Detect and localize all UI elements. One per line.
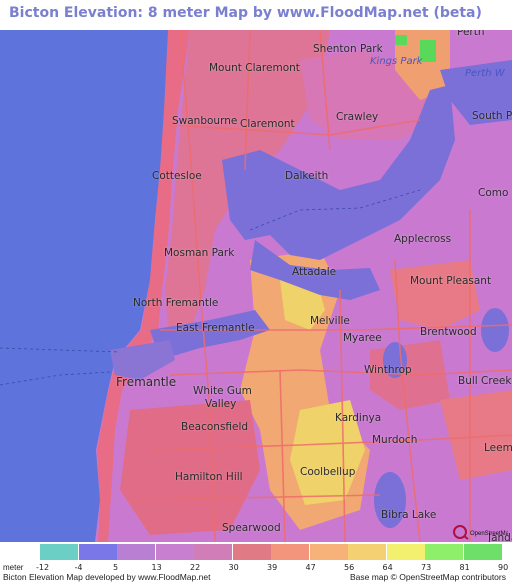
place-como: Como (478, 187, 509, 199)
place-cottesloe: Cottesloe (152, 170, 202, 182)
legend-tick: 73 (421, 563, 432, 572)
lake-2 (481, 308, 509, 352)
place-kardinya: Kardinya (335, 412, 382, 424)
openstreetmap-logo[interactable]: OpenStreetMap (452, 524, 508, 540)
place-crawley: Crawley (336, 111, 379, 123)
place-beaconsfield: Beaconsfield (181, 421, 249, 433)
legend-tick: 90 (498, 563, 509, 572)
place-mount-claremont: Mount Claremont (209, 62, 300, 74)
place-coolbellup: Coolbellup (300, 466, 356, 478)
place-dalkeith: Dalkeith (285, 170, 329, 182)
place-fremantle: Fremantle (116, 375, 177, 389)
legend-unit: meter (3, 563, 24, 572)
openstreetmap-logo-icon: OpenStreetMap (453, 525, 508, 540)
place-bibra-lake: Bibra Lake (381, 509, 437, 521)
place-leeming: Leem (484, 442, 512, 454)
place-brentwood: Brentwood (420, 326, 477, 338)
place-myaree: Myaree (343, 332, 382, 344)
place-spearwood: Spearwood (222, 522, 281, 534)
place-hamilton-hill: Hamilton Hill (175, 471, 243, 483)
place-perth: Perth (457, 30, 485, 38)
place-valley: Valley (205, 398, 237, 410)
legend-tick: -12 (36, 563, 50, 572)
legend-swatch (40, 544, 78, 560)
place-mount-pleasant: Mount Pleasant (410, 275, 492, 287)
svg-text:OpenStreetMap: OpenStreetMap (470, 531, 508, 537)
legend-tick: 5 (113, 563, 119, 572)
legend-tick: 56 (344, 563, 355, 572)
legend-swatch (117, 544, 155, 560)
park-green-1 (395, 35, 407, 45)
legend-swatch (386, 544, 425, 560)
place-claremont: Claremont (240, 118, 295, 130)
place-kings-park: Kings Park (370, 56, 423, 67)
legend-tick: -4 (74, 563, 83, 572)
place-south-perth: South Pert (472, 110, 512, 122)
legend-tick: 39 (267, 563, 278, 572)
legend-tick: 22 (190, 563, 201, 572)
legend-tick: 47 (305, 563, 316, 572)
legend-tick: 13 (151, 563, 162, 572)
place-white-gum: White Gum (193, 385, 252, 397)
legend-swatch (78, 544, 117, 560)
legend-swatch (194, 544, 232, 560)
legend-swatch (463, 544, 502, 560)
place-applecross: Applecross (394, 233, 452, 245)
place-murdoch: Murdoch (372, 434, 418, 446)
place-mosman-park: Mosman Park (164, 247, 235, 259)
footer-basemap-credit: Base map © OpenStreetMap contributors (349, 572, 506, 582)
legend-swatch (425, 544, 463, 560)
legend-tick: 64 (382, 563, 393, 572)
legend-swatch (309, 544, 348, 560)
place-swanbourne: Swanbourne (172, 115, 238, 127)
place-shenton-park: Shenton Park (313, 43, 383, 55)
place-perth-water: Perth W (465, 68, 505, 79)
legend-swatch (232, 544, 271, 560)
place-north-fremantle: North Fremantle (133, 297, 219, 309)
place-bull-creek: Bull Creek (458, 375, 512, 387)
legend-swatch (348, 544, 386, 560)
place-winthrop: Winthrop (364, 364, 412, 376)
legend-tick: 81 (459, 563, 470, 572)
elevation-legend: meter -12 -4 5 13 22 30 39 47 56 64 73 81 90 Bicton … (0, 542, 512, 582)
place-attadale: Attadale (292, 266, 337, 278)
footer-credit: Bicton Elevation Map developed by www.Fl… (3, 572, 211, 582)
legend-tick: 30 (228, 563, 239, 572)
legend-swatch (155, 544, 194, 560)
header: Bicton Elevation: 8 meter Map by www.Flo… (0, 0, 512, 30)
legend-swatch (271, 544, 309, 560)
page-title: Bicton Elevation: 8 meter Map by www.Flo… (9, 5, 482, 21)
place-east-fremantle: East Fremantle (176, 322, 255, 334)
place-melville: Melville (310, 315, 350, 327)
elevation-map[interactable]: Perth Shenton Park Kings Park Mount Clar… (0, 30, 512, 542)
